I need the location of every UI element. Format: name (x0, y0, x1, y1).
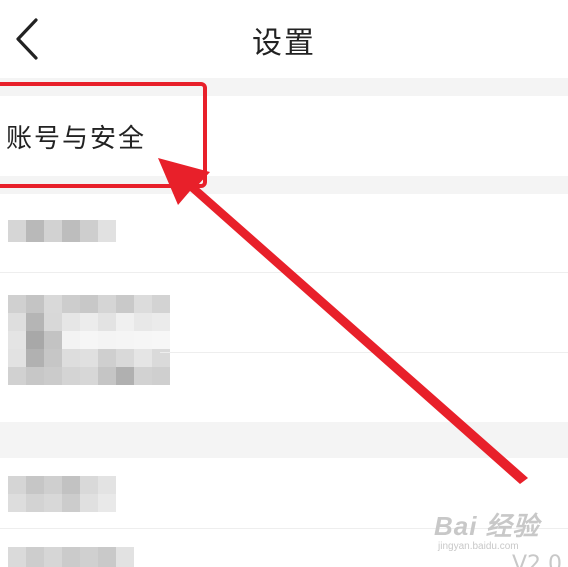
settings-item-label: 账号与安全 (6, 124, 147, 154)
blurred-text (8, 476, 116, 512)
settings-item-blurred[interactable] (0, 273, 568, 422)
settings-item-account-security[interactable]: 账号与安全 (0, 96, 568, 176)
watermark-logo: Bai 经验 jingyan.baidu.com (434, 511, 540, 552)
page-title: 设置 (252, 26, 316, 61)
blurred-text (8, 295, 170, 385)
blurred-text (8, 220, 116, 242)
section-gap (0, 78, 568, 96)
section-gap (0, 176, 568, 194)
blurred-text (8, 547, 134, 567)
settings-item-blurred[interactable] (0, 194, 568, 272)
nav-header: 设置 (0, 0, 568, 78)
divider (160, 352, 568, 353)
section-gap (0, 422, 568, 458)
version-text: V2.0 (512, 552, 563, 567)
